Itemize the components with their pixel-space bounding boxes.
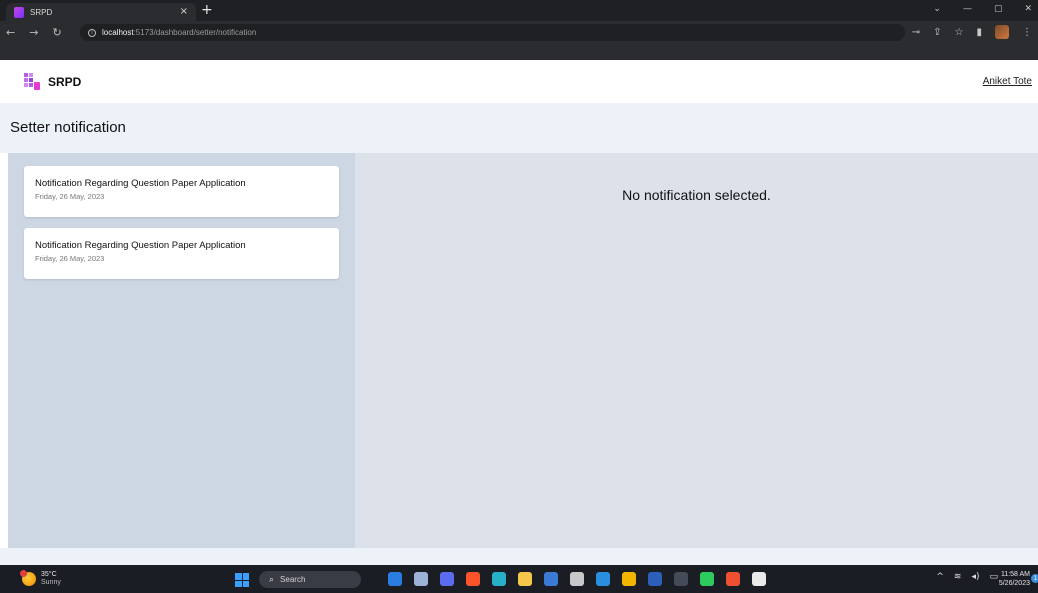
brave-icon[interactable]	[466, 572, 480, 586]
page-title-bar: Setter notification	[0, 103, 1038, 153]
srpd-logo-icon[interactable]	[24, 73, 40, 90]
search-label: Search	[280, 575, 306, 584]
notification-item[interactable]: Notification Regarding Question Paper Ap…	[24, 166, 339, 217]
menu-dots-icon[interactable]: ⋮	[1022, 27, 1032, 38]
notes-icon[interactable]	[544, 572, 558, 586]
notification-title: Notification Regarding Question Paper Ap…	[35, 178, 246, 189]
taskbar-search[interactable]: ⌕ Search	[259, 571, 361, 588]
chevron-up-icon[interactable]: ^	[936, 572, 944, 582]
profile-avatar[interactable]	[995, 25, 1009, 39]
notion-icon[interactable]	[674, 572, 688, 586]
bookmark-star-icon[interactable]: ☆	[955, 27, 964, 38]
notification-count-badge[interactable]: 1	[1031, 574, 1038, 583]
sidepanel-icon[interactable]: ▮	[976, 27, 982, 38]
window-controls: ⌄ — ▢ ✕	[933, 4, 1032, 14]
mongodb-icon[interactable]	[752, 572, 766, 586]
share-icon[interactable]: ⇪	[933, 27, 941, 38]
tab-title: SRPD	[30, 7, 53, 17]
address-bar[interactable]: i localhost:5173/dashboard/setter/notifi…	[80, 24, 905, 41]
reload-icon[interactable]: ↻	[52, 26, 61, 39]
browser-tabstrip: SRPD × + ⌄ — ▢ ✕	[0, 0, 1038, 21]
forward-icon[interactable]: →	[29, 26, 38, 39]
vscode-icon[interactable]	[596, 572, 610, 586]
taskbar-clock[interactable]: 11:58 AM 5/26/2023	[999, 570, 1030, 588]
tab-search-icon[interactable]: ⌄	[933, 4, 941, 14]
minimize-icon[interactable]: —	[963, 4, 972, 14]
volume-icon[interactable]: ◂)	[971, 572, 979, 582]
close-window-icon[interactable]: ✕	[1024, 4, 1032, 14]
folder-icon[interactable]	[518, 572, 532, 586]
key-icon[interactable]: ⊸	[912, 27, 920, 38]
nav-buttons: ← → ↻	[6, 21, 62, 43]
maximize-icon[interactable]: ▢	[994, 4, 1003, 14]
start-button-icon[interactable]	[235, 573, 249, 587]
weather-condition: Sunny	[41, 579, 61, 586]
chrome-icon[interactable]	[622, 572, 636, 586]
back-icon[interactable]: ←	[6, 26, 15, 39]
weather-alert-badge	[20, 570, 27, 577]
notification-list: Notification Regarding Question Paper Ap…	[8, 153, 355, 548]
new-tab-button[interactable]: +	[201, 3, 213, 17]
chat-icon[interactable]	[440, 572, 454, 586]
app-header: SRPD Aniket Tote	[0, 60, 1038, 103]
pinned-apps	[388, 572, 766, 586]
url-host: localhost	[102, 28, 134, 37]
app-window: SRPD × + ⌄ — ▢ ✕ ← → ↻ i localhost:5173/…	[0, 0, 1038, 593]
system-tray: ^ ≋ ◂) ▭	[936, 572, 998, 582]
empty-state-message: No notification selected.	[622, 187, 771, 203]
clock-date: 5/26/2023	[998, 580, 1030, 587]
search-icon: ⌕	[269, 574, 275, 585]
url-path: :5173/dashboard/setter/notification	[133, 28, 257, 37]
page-footer-strip	[0, 548, 1038, 565]
clock-time: 11:58 AM	[1000, 571, 1030, 578]
weather-text: 35°C Sunny	[41, 571, 61, 587]
weather-temp: 35°C	[41, 571, 57, 578]
srpd-favicon-icon	[14, 6, 24, 18]
calculator-icon[interactable]	[570, 572, 584, 586]
weather-widget[interactable]: 35°C Sunny	[20, 570, 61, 587]
git-icon[interactable]	[726, 572, 740, 586]
app-name[interactable]: SRPD	[48, 75, 81, 89]
notification-detail: No notification selected.	[355, 153, 1038, 548]
battery-icon[interactable]: ▭	[989, 572, 998, 582]
notification-title: Notification Regarding Question Paper Ap…	[35, 240, 246, 251]
word-icon[interactable]	[648, 572, 662, 586]
user-profile-link[interactable]: Aniket Tote	[983, 76, 1032, 87]
edge-copilot-icon[interactable]	[388, 572, 402, 586]
notification-date: Friday, 26 May, 2023	[35, 254, 105, 263]
wifi-icon[interactable]: ≋	[954, 572, 962, 582]
notification-date: Friday, 26 May, 2023	[35, 192, 105, 201]
page-title: Setter notification	[10, 119, 126, 136]
edge-icon[interactable]	[492, 572, 506, 586]
os-taskbar: 35°C Sunny ⌕ Search ^ ≋ ◂) ▭ 11:58 AM 5/…	[0, 565, 1038, 593]
tab-close-icon[interactable]: ×	[180, 5, 188, 19]
sun-icon	[20, 570, 36, 586]
browser-tab[interactable]: SRPD ×	[6, 3, 196, 21]
site-info-icon[interactable]: i	[88, 28, 96, 37]
whatsapp-icon[interactable]	[700, 572, 714, 586]
browser-toolbar-icons: ⊸ ⇪ ☆ ▮ ⋮	[912, 25, 1032, 39]
browser-toolbar: ← → ↻ i localhost:5173/dashboard/setter/…	[0, 21, 1038, 60]
notification-item[interactable]: Notification Regarding Question Paper Ap…	[24, 228, 339, 279]
file-explorer-icon[interactable]	[414, 572, 428, 586]
